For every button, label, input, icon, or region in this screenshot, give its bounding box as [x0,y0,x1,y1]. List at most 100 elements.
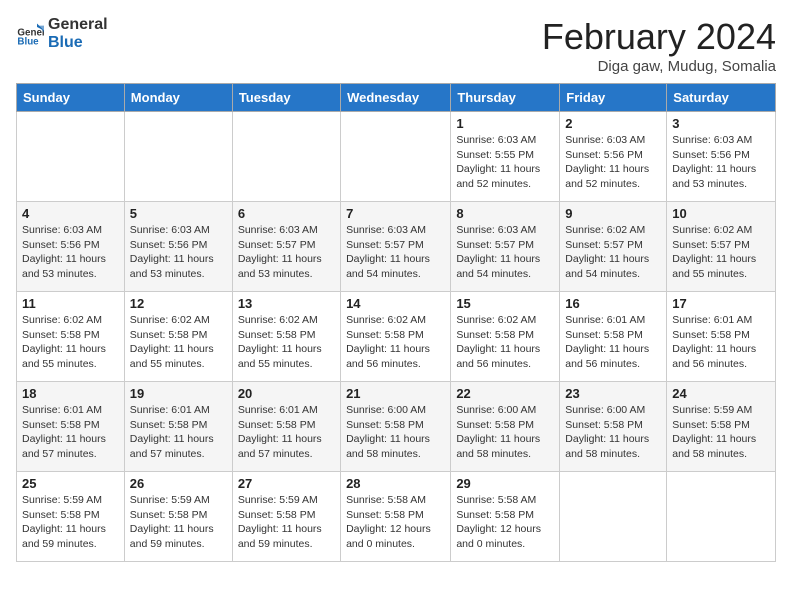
day-cell: 15 Sunrise: 6:02 AM Sunset: 5:58 PM Dayli… [451,292,560,382]
day-cell: 5 Sunrise: 6:03 AM Sunset: 5:56 PM Daylig… [124,202,232,292]
logo: General Blue General Blue [16,16,108,51]
day-cell: 21 Sunrise: 6:00 AM Sunset: 5:58 PM Dayli… [341,382,451,472]
day-info: Sunrise: 6:00 AM Sunset: 5:58 PM Dayligh… [346,403,445,462]
day-number: 25 [22,476,119,491]
day-cell: 16 Sunrise: 6:01 AM Sunset: 5:58 PM Dayli… [560,292,667,382]
day-cell: 26Sunrise: 5:59 AM Sunset: 5:58 PM Dayli… [124,472,232,562]
day-info: Sunrise: 6:03 AM Sunset: 5:57 PM Dayligh… [456,223,554,282]
day-number: 1 [456,116,554,131]
day-info: Sunrise: 6:00 AM Sunset: 5:58 PM Dayligh… [565,403,661,462]
day-cell [560,472,667,562]
day-cell: 17 Sunrise: 6:01 AM Sunset: 5:58 PM Dayli… [667,292,776,382]
day-cell: 18 Sunrise: 6:01 AM Sunset: 5:58 PM Dayli… [17,382,125,472]
calendar-table: SundayMondayTuesdayWednesdayThursdayFrid… [16,83,776,562]
header-row: SundayMondayTuesdayWednesdayThursdayFrid… [17,84,776,112]
week-row-1: 1 Sunrise: 6:03 AM Sunset: 5:55 PM Daylig… [17,112,776,202]
month-title: February 2024 [542,16,776,58]
day-number: 19 [130,386,227,401]
day-info: Sunrise: 5:58 AM Sunset: 5:58 PM Dayligh… [456,493,554,552]
week-row-3: 11 Sunrise: 6:02 AM Sunset: 5:58 PM Dayli… [17,292,776,382]
week-row-4: 18 Sunrise: 6:01 AM Sunset: 5:58 PM Dayli… [17,382,776,472]
day-number: 23 [565,386,661,401]
day-cell [17,112,125,202]
day-cell: 3Sunrise: 6:03 AM Sunset: 5:56 PM Daylig… [667,112,776,202]
day-cell: 19 Sunrise: 6:01 AM Sunset: 5:58 PM Dayli… [124,382,232,472]
day-number: 7 [346,206,445,221]
day-number: 11 [22,296,119,311]
day-info: Sunrise: 5:58 AM Sunset: 5:58 PM Dayligh… [346,493,445,552]
day-cell: 4 Sunrise: 6:03 AM Sunset: 5:56 PM Daylig… [17,202,125,292]
col-header-saturday: Saturday [667,84,776,112]
day-info: Sunrise: 6:03 AM Sunset: 5:56 PM Dayligh… [130,223,227,282]
day-number: 5 [130,206,227,221]
day-info: Sunrise: 6:02 AM Sunset: 5:58 PM Dayligh… [130,313,227,372]
day-info: Sunrise: 6:02 AM Sunset: 5:57 PM Dayligh… [565,223,661,282]
day-info: Sunrise: 6:00 AM Sunset: 5:58 PM Dayligh… [456,403,554,462]
col-header-thursday: Thursday [451,84,560,112]
day-number: 10 [672,206,770,221]
day-info: Sunrise: 6:03 AM Sunset: 5:57 PM Dayligh… [238,223,335,282]
svg-text:Blue: Blue [17,36,39,47]
day-info: Sunrise: 6:01 AM Sunset: 5:58 PM Dayligh… [130,403,227,462]
page-header: General Blue General Blue February 2024 … [16,16,776,75]
logo-icon: General Blue [16,20,44,48]
day-number: 3 [672,116,770,131]
logo-general: General [48,16,108,34]
day-cell: 12Sunrise: 6:02 AM Sunset: 5:58 PM Dayli… [124,292,232,382]
day-info: Sunrise: 6:03 AM Sunset: 5:55 PM Dayligh… [456,133,554,192]
day-cell: 24Sunrise: 5:59 AM Sunset: 5:58 PM Dayli… [667,382,776,472]
day-cell: 20 Sunrise: 6:01 AM Sunset: 5:58 PM Dayli… [232,382,340,472]
day-cell: 2Sunrise: 6:03 AM Sunset: 5:56 PM Daylig… [560,112,667,202]
day-number: 21 [346,386,445,401]
day-info: Sunrise: 6:03 AM Sunset: 5:56 PM Dayligh… [565,133,661,192]
day-number: 24 [672,386,770,401]
location: Diga gaw, Mudug, Somalia [542,58,776,75]
day-number: 13 [238,296,335,311]
day-cell: 13 Sunrise: 6:02 AM Sunset: 5:58 PM Dayli… [232,292,340,382]
day-cell: 23 Sunrise: 6:00 AM Sunset: 5:58 PM Dayli… [560,382,667,472]
title-block: February 2024 Diga gaw, Mudug, Somalia [542,16,776,75]
day-cell: 29 Sunrise: 5:58 AM Sunset: 5:58 PM Dayli… [451,472,560,562]
day-cell: 6Sunrise: 6:03 AM Sunset: 5:57 PM Daylig… [232,202,340,292]
day-info: Sunrise: 6:02 AM Sunset: 5:57 PM Dayligh… [672,223,770,282]
day-cell: 10 Sunrise: 6:02 AM Sunset: 5:57 PM Dayli… [667,202,776,292]
day-number: 26 [130,476,227,491]
day-number: 16 [565,296,661,311]
day-cell: 27Sunrise: 5:59 AM Sunset: 5:58 PM Dayli… [232,472,340,562]
day-number: 18 [22,386,119,401]
col-header-friday: Friday [560,84,667,112]
day-info: Sunrise: 6:02 AM Sunset: 5:58 PM Dayligh… [456,313,554,372]
day-number: 22 [456,386,554,401]
day-number: 15 [456,296,554,311]
day-info: Sunrise: 6:03 AM Sunset: 5:57 PM Dayligh… [346,223,445,282]
day-cell: 9Sunrise: 6:02 AM Sunset: 5:57 PM Daylig… [560,202,667,292]
day-number: 4 [22,206,119,221]
day-cell [232,112,340,202]
logo-blue: Blue [48,34,108,52]
col-header-monday: Monday [124,84,232,112]
day-number: 8 [456,206,554,221]
day-cell: 7 Sunrise: 6:03 AM Sunset: 5:57 PM Daylig… [341,202,451,292]
col-header-tuesday: Tuesday [232,84,340,112]
day-cell: 22 Sunrise: 6:00 AM Sunset: 5:58 PM Dayli… [451,382,560,472]
col-header-wednesday: Wednesday [341,84,451,112]
day-cell: 11 Sunrise: 6:02 AM Sunset: 5:58 PM Dayli… [17,292,125,382]
day-cell [341,112,451,202]
day-info: Sunrise: 6:01 AM Sunset: 5:58 PM Dayligh… [238,403,335,462]
day-cell: 14Sunrise: 6:02 AM Sunset: 5:58 PM Dayli… [341,292,451,382]
day-info: Sunrise: 6:02 AM Sunset: 5:58 PM Dayligh… [22,313,119,372]
day-info: Sunrise: 6:02 AM Sunset: 5:58 PM Dayligh… [238,313,335,372]
week-row-5: 25 Sunrise: 5:59 AM Sunset: 5:58 PM Dayli… [17,472,776,562]
day-info: Sunrise: 6:01 AM Sunset: 5:58 PM Dayligh… [565,313,661,372]
day-info: Sunrise: 6:01 AM Sunset: 5:58 PM Dayligh… [22,403,119,462]
day-number: 28 [346,476,445,491]
col-header-sunday: Sunday [17,84,125,112]
day-number: 20 [238,386,335,401]
day-cell: 28 Sunrise: 5:58 AM Sunset: 5:58 PM Dayli… [341,472,451,562]
day-number: 29 [456,476,554,491]
day-info: Sunrise: 5:59 AM Sunset: 5:58 PM Dayligh… [22,493,119,552]
day-number: 17 [672,296,770,311]
day-info: Sunrise: 6:03 AM Sunset: 5:56 PM Dayligh… [22,223,119,282]
day-cell [124,112,232,202]
day-info: Sunrise: 6:01 AM Sunset: 5:58 PM Dayligh… [672,313,770,372]
